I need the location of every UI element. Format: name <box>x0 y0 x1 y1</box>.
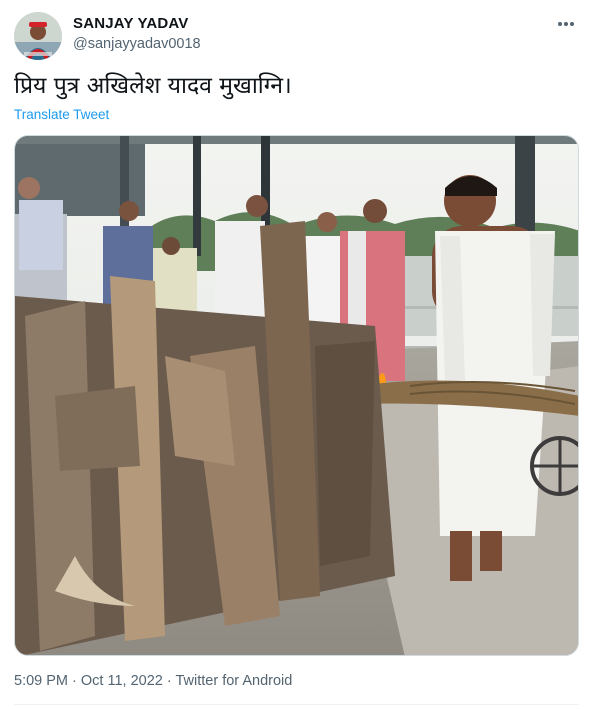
tweet-date[interactable]: Oct 11, 2022 <box>81 673 163 689</box>
tweet-photo[interactable] <box>14 135 579 656</box>
meta-separator: · <box>162 673 176 689</box>
author-avatar[interactable] <box>14 12 62 60</box>
tweet-text: प्रिय पुत्र अखिलेश यादव मुखाग्नि। <box>14 73 292 99</box>
tweet-time[interactable]: 5:09 PM <box>14 673 68 689</box>
author-handle[interactable]: @sanjayyadav0018 <box>73 36 201 52</box>
tweet-source[interactable]: Twitter for Android <box>175 673 292 689</box>
photo-icon <box>15 136 578 655</box>
tweet-meta: 5:09 PM · Oct 11, 2022 · Twitter for And… <box>14 673 292 689</box>
translate-tweet-link[interactable]: Translate Tweet <box>14 107 109 122</box>
meta-separator: · <box>68 673 81 689</box>
author-name[interactable]: SANJAY YADAV <box>73 15 189 32</box>
tweet-card: SANJAY YADAV @sanjayyadav0018 प्रिय पुत्… <box>0 0 593 709</box>
user-avatar-icon <box>14 12 62 60</box>
more-options-icon <box>558 22 574 26</box>
more-options-button[interactable] <box>553 12 579 36</box>
divider <box>14 704 579 705</box>
